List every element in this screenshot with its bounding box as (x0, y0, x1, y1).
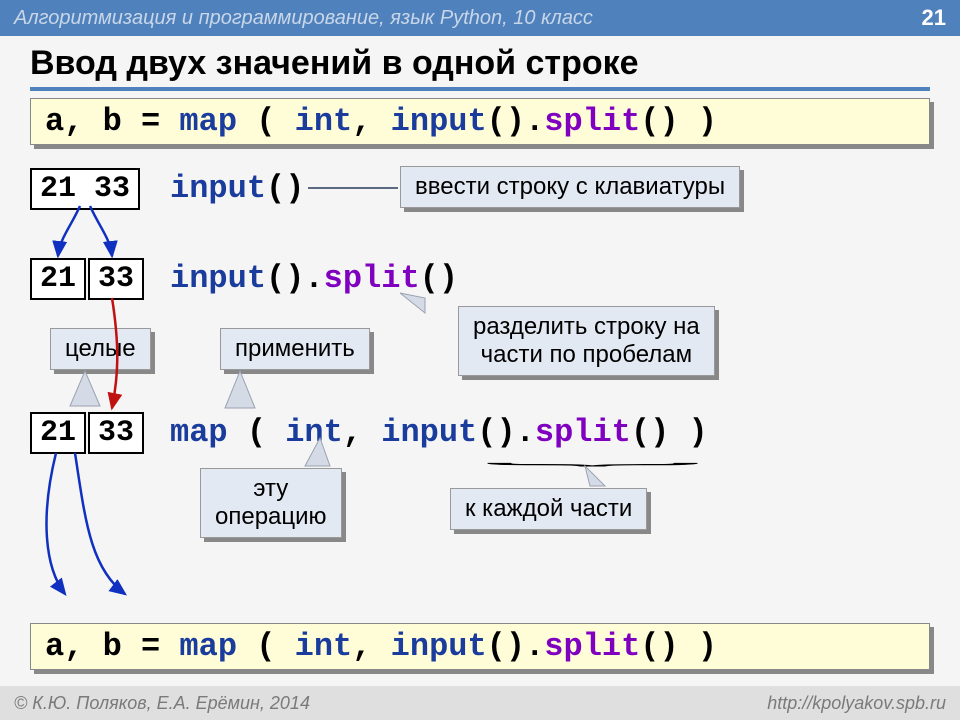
code-text: () ) (631, 414, 708, 451)
slide-title: Ввод двух значений в одной строке (0, 36, 960, 83)
code-func-split: split (535, 414, 631, 451)
int-box-2: 33 (88, 412, 144, 454)
brace-icon: ⏟ (484, 448, 703, 467)
code-text: , (343, 414, 381, 451)
int-box-1: 21 (30, 412, 86, 454)
title-underline (30, 87, 930, 91)
code-box-bottom: a, b = map ( int, input().split() ) (30, 623, 930, 670)
code-text: () (420, 260, 458, 297)
code-line-split: input().split() (170, 260, 458, 297)
page-number: 21 (922, 5, 946, 31)
code-line-input: input() (170, 170, 304, 207)
callout-apply: применить (220, 328, 370, 370)
code-func-split: split (544, 103, 640, 140)
code-keyword-int: int (285, 414, 343, 451)
code-func-input: input (170, 260, 266, 297)
slide-body: a, b = map ( int, input().split() ) 21 3… (30, 98, 930, 680)
code-text: (). (477, 414, 535, 451)
code-keyword-map: map (179, 628, 237, 665)
code-line-map: map ( int, input().split() ) (170, 414, 708, 451)
code-text: ( (237, 103, 295, 140)
callout-input-keyboard: ввести строку с клавиатуры (400, 166, 740, 208)
code-text: (). (266, 260, 324, 297)
code-text: a, b = (45, 628, 179, 665)
code-keyword-int: int (295, 628, 353, 665)
split-box-1: 21 (30, 258, 86, 300)
slide-footer: © К.Ю. Поляков, Е.А. Ерёмин, 2014 http:/… (0, 686, 960, 720)
code-text: () (266, 170, 304, 207)
slide-header: Алгоритмизация и программирование, язык … (0, 0, 960, 36)
course-label: Алгоритмизация и программирование, язык … (14, 7, 593, 30)
code-text: () ) (640, 628, 717, 665)
code-keyword-map: map (179, 103, 237, 140)
footer-link: http://kpolyakov.spb.ru (767, 693, 946, 714)
code-func-split: split (324, 260, 420, 297)
code-func-input: input (391, 103, 487, 140)
code-box-top: a, b = map ( int, input().split() ) (30, 98, 930, 145)
split-box-2: 33 (88, 258, 144, 300)
code-func-input: input (391, 628, 487, 665)
code-func-split: split (544, 628, 640, 665)
code-text: ( (228, 414, 286, 451)
code-keyword-map: map (170, 414, 228, 451)
code-func-input: input (170, 170, 266, 207)
raw-input-box: 21 33 (30, 168, 140, 210)
callout-each-part: к каждой части (450, 488, 647, 530)
code-text: () ) (640, 103, 717, 140)
code-text: (). (487, 103, 545, 140)
code-text: , (352, 103, 390, 140)
code-text: ( (237, 628, 295, 665)
code-text: , (352, 628, 390, 665)
code-func-input: input (381, 414, 477, 451)
callout-this-op: эту операцию (200, 468, 342, 538)
callout-whole: целые (50, 328, 151, 370)
callout-split-by-space: разделить строку на части по пробелам (458, 306, 715, 376)
code-text: a, b = (45, 103, 179, 140)
code-text: (). (487, 628, 545, 665)
footer-copyright: © К.Ю. Поляков, Е.А. Ерёмин, 2014 (14, 693, 310, 714)
code-keyword-int: int (295, 103, 353, 140)
